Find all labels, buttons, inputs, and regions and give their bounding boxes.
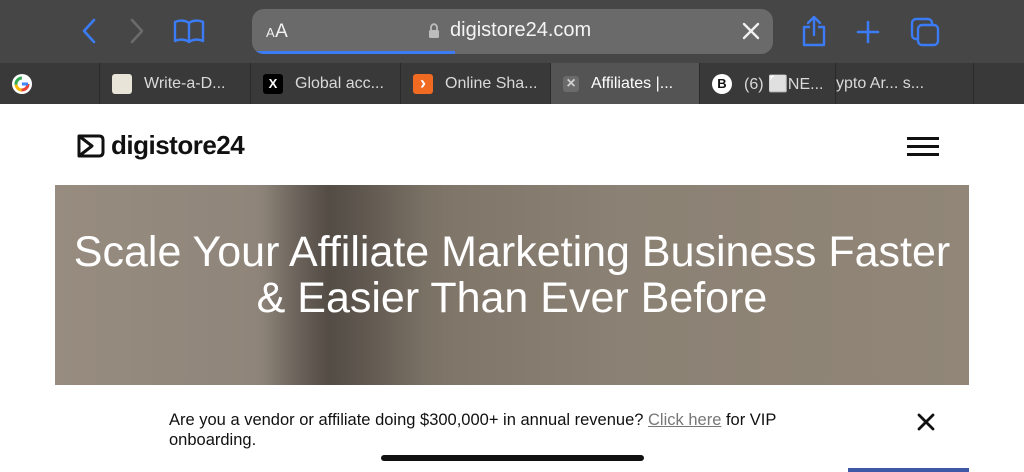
tab-label: Write-a-D...: [144, 74, 226, 92]
lock-icon: [428, 23, 440, 44]
partial-button: [848, 468, 969, 472]
banner-text-before: Are you a vendor or affiliate doing $300…: [169, 411, 649, 429]
click-here-link[interactable]: Click here: [648, 411, 721, 429]
hero-title: Scale Your Affiliate Marketing Business …: [73, 228, 951, 322]
tab-label: Online Sha...: [445, 74, 538, 92]
tab-overflow: [974, 63, 1024, 104]
browser-toolbar: AA digistore24.com: [0, 0, 1024, 63]
tab-label: Global acc...: [295, 74, 384, 92]
home-indicator[interactable]: [381, 455, 644, 461]
shop-favicon-icon: ›: [413, 73, 433, 94]
forward-button[interactable]: [126, 17, 148, 45]
b-favicon-icon: B: [712, 73, 732, 94]
bookmarks-icon[interactable]: [172, 17, 206, 45]
close-tab-icon[interactable]: ×: [563, 75, 579, 92]
back-button[interactable]: [78, 17, 100, 45]
address-bar[interactable]: AA digistore24.com: [252, 9, 773, 54]
hero-section: Scale Your Affiliate Marketing Business …: [55, 185, 969, 385]
site-header: digistore24: [0, 104, 1024, 185]
tab-global-acc[interactable]: X Global acc...: [251, 63, 401, 104]
logo-text: digistore24: [111, 130, 245, 160]
tab-bar: Write-a-D... X Global acc... › Online Sh…: [0, 63, 1024, 104]
document-favicon-icon: [112, 73, 132, 94]
page-load-progress: [252, 51, 456, 54]
logo-mark-icon: [77, 134, 105, 157]
tabs-overview-icon[interactable]: [909, 16, 941, 48]
url-text: digistore24.com: [450, 19, 592, 41]
tab-ne[interactable]: B (6) ⬜NE...: [700, 63, 836, 104]
digistore24-logo[interactable]: digistore24: [75, 130, 245, 161]
close-icon[interactable]: [915, 411, 937, 433]
tab-label: (6) ⬜NE...: [744, 75, 824, 93]
text-size-button[interactable]: AA: [266, 21, 288, 43]
tab-crypto[interactable]: ypto Ar... s...: [836, 63, 974, 104]
clear-url-icon[interactable]: [741, 21, 761, 46]
banner-text: Are you a vendor or affiliate doing $300…: [169, 410, 829, 450]
x-favicon-icon: X: [263, 73, 283, 94]
tab-google[interactable]: [0, 63, 100, 104]
tab-label: ypto Ar... s...: [836, 74, 925, 92]
menu-icon[interactable]: [907, 137, 939, 157]
new-tab-icon[interactable]: [855, 19, 881, 45]
google-icon: [12, 73, 32, 94]
tab-write-a-d[interactable]: Write-a-D...: [100, 63, 251, 104]
tab-affiliates[interactable]: × Affiliates |...: [551, 63, 700, 104]
share-icon[interactable]: [800, 14, 828, 48]
tab-online-sha[interactable]: › Online Sha...: [401, 63, 551, 104]
tab-label: Affiliates |...: [591, 74, 674, 92]
